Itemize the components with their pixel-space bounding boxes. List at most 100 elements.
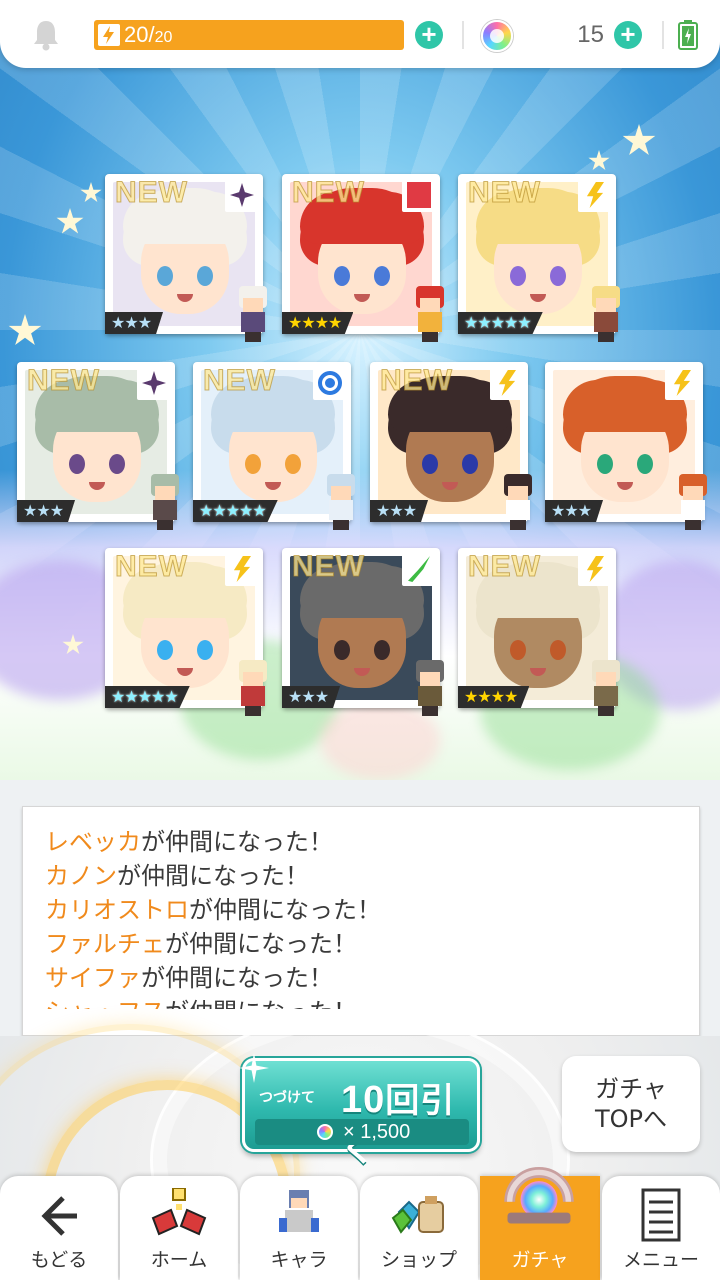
character-name: レベッカ <box>45 828 141 856</box>
new-badge: NEW <box>468 176 541 210</box>
nav-menu[interactable]: メニュー <box>602 1176 720 1280</box>
result-card[interactable]: NEW ★★★★★ <box>105 548 267 716</box>
gacha-top-line2: TOPへ <box>594 1105 668 1133</box>
rarity-stars: ★★★ <box>370 500 429 522</box>
nav-home-label: ホーム <box>150 1249 208 1271</box>
rainbow-gem-icon <box>317 1124 333 1140</box>
log-suffix: が仲間になった！ <box>189 896 381 924</box>
pixel-sprite-icon <box>673 474 713 530</box>
nav-back[interactable]: もどる <box>0 1176 118 1280</box>
rarity-stars: ★★★ <box>282 686 341 708</box>
pixel-sprite-icon <box>145 474 185 530</box>
pixel-sprite-icon <box>321 474 361 530</box>
rarity-stars: ★★★★★ <box>458 312 543 334</box>
message-list: レベッカが仲間になった！ カノンが仲間になった！ カリオストロが仲間になった！ ファル… <box>45 825 699 1009</box>
nav-shop-label: ショップ <box>380 1249 457 1271</box>
dark-element-icon <box>137 366 171 400</box>
shop-icon <box>391 1196 444 1234</box>
divider <box>462 21 464 49</box>
new-badge: NEW <box>380 364 453 398</box>
sparkle-star-icon <box>80 182 102 203</box>
nav-gacha[interactable]: ガチャ <box>480 1167 600 1280</box>
log-line: カノンが仲間になった！ <box>45 859 699 893</box>
new-badge: NEW <box>115 176 188 210</box>
nav-back-label: もどる <box>30 1249 88 1271</box>
nav-character-label: キャラ <box>270 1249 328 1271</box>
log-line: カリオストロが仲間になった！ <box>45 893 699 927</box>
gacha-icon <box>504 1167 574 1224</box>
result-card[interactable]: NEW ★★★ <box>17 362 179 530</box>
pixel-sprite-icon <box>586 286 626 342</box>
pixel-sprite-icon <box>410 660 450 716</box>
rarity-stars: ★★★★ <box>458 686 530 708</box>
light-element-icon <box>490 366 524 400</box>
nav-shop[interactable]: ショップ <box>360 1176 478 1280</box>
result-card[interactable]: NEW ★★★ <box>105 174 267 342</box>
plus-icon: + <box>421 19 437 49</box>
back-arrow-icon <box>41 1196 77 1236</box>
pixel-sprite-icon <box>233 286 273 342</box>
pixel-sprite-icon <box>498 474 538 530</box>
gem-count: 15 <box>577 21 604 48</box>
menu-icon <box>641 1188 681 1242</box>
character-name: ファルチェ <box>45 930 165 958</box>
result-card[interactable]: NEW ★★★★ <box>458 548 620 716</box>
result-card[interactable]: NEW ★★★ <box>282 548 444 716</box>
lightning-icon <box>98 24 120 46</box>
rarity-stars: ★★★★ <box>282 312 354 334</box>
result-card[interactable]: NEW ★★★★★ <box>193 362 355 530</box>
sparkle-star-icon <box>56 208 84 234</box>
log-suffix: が仲間になった！ <box>165 930 357 958</box>
wind-element-icon <box>402 552 436 586</box>
nav-menu-label: メニュー <box>622 1249 699 1271</box>
log-line: ファルチェが仲間になった！ <box>45 927 699 961</box>
pull-cost-value: × 1,500 <box>343 1121 411 1143</box>
rarity-stars: ★★★★★ <box>193 500 278 522</box>
new-badge: NEW <box>27 364 100 398</box>
log-suffix: が仲間になった！ <box>141 828 333 856</box>
light-element-icon <box>578 552 612 586</box>
result-card[interactable]: NEW ★★★★★ <box>458 174 620 342</box>
log-suffix: が仲間になった！ <box>165 998 357 1009</box>
rarity-stars: ★★★★★ <box>105 686 190 708</box>
result-card[interactable]: NEW ★★★★ <box>282 174 444 342</box>
result-card[interactable]: NEW ★★★ <box>370 362 532 530</box>
new-badge: NEW <box>115 550 188 584</box>
sparkle-star-icon <box>588 150 610 171</box>
stamina-value: 20/20 <box>124 22 173 47</box>
nav-home[interactable]: ホーム <box>120 1176 238 1280</box>
bell-icon[interactable] <box>30 18 62 52</box>
pull-cost: × 1,500 <box>255 1119 469 1145</box>
dark-element-icon <box>225 178 259 212</box>
add-stamina-button[interactable]: + <box>415 21 443 49</box>
new-badge: NEW <box>468 550 541 584</box>
status-bar: 20/20 + 15 + <box>0 0 720 68</box>
nav-character[interactable]: キャラ <box>240 1176 358 1280</box>
rarity-stars: ★★★ <box>105 312 164 334</box>
character-name: シャ・フス <box>45 998 165 1009</box>
battery-icon <box>678 20 698 50</box>
plus-icon: + <box>620 19 636 49</box>
gacha-top-line1: ガチャ <box>595 1075 667 1103</box>
character-name: サイファ <box>45 964 141 992</box>
new-badge: NEW <box>203 364 276 398</box>
result-card[interactable]: ★★★ <box>545 362 707 530</box>
rainbow-gem-icon <box>481 20 513 52</box>
water-element-icon <box>313 366 347 400</box>
pull-prefix: つづけて <box>259 1090 315 1106</box>
light-element-icon <box>225 552 259 586</box>
sparkle-star-icon <box>622 124 656 155</box>
pull-ten-again-button[interactable]: つづけて 10回引く × 1,500 <box>239 1053 480 1170</box>
divider <box>662 21 664 49</box>
acquisition-message-log[interactable]: レベッカが仲間になった！ カノンが仲間になった！ カリオストロが仲間になった！ ファル… <box>22 806 700 1036</box>
stamina-bar: 20/20 <box>94 20 404 50</box>
log-suffix: が仲間になった！ <box>117 862 309 890</box>
sparkle-star-icon <box>8 314 42 345</box>
new-badge: NEW <box>292 550 365 584</box>
character-icon <box>279 1190 319 1232</box>
log-suffix: が仲間になった！ <box>141 964 333 992</box>
fire-element-icon <box>402 178 436 212</box>
add-gems-button[interactable]: + <box>614 21 642 49</box>
gacha-top-button[interactable]: ガチャ TOPへ <box>562 1056 700 1152</box>
rarity-stars: ★★★ <box>545 500 604 522</box>
